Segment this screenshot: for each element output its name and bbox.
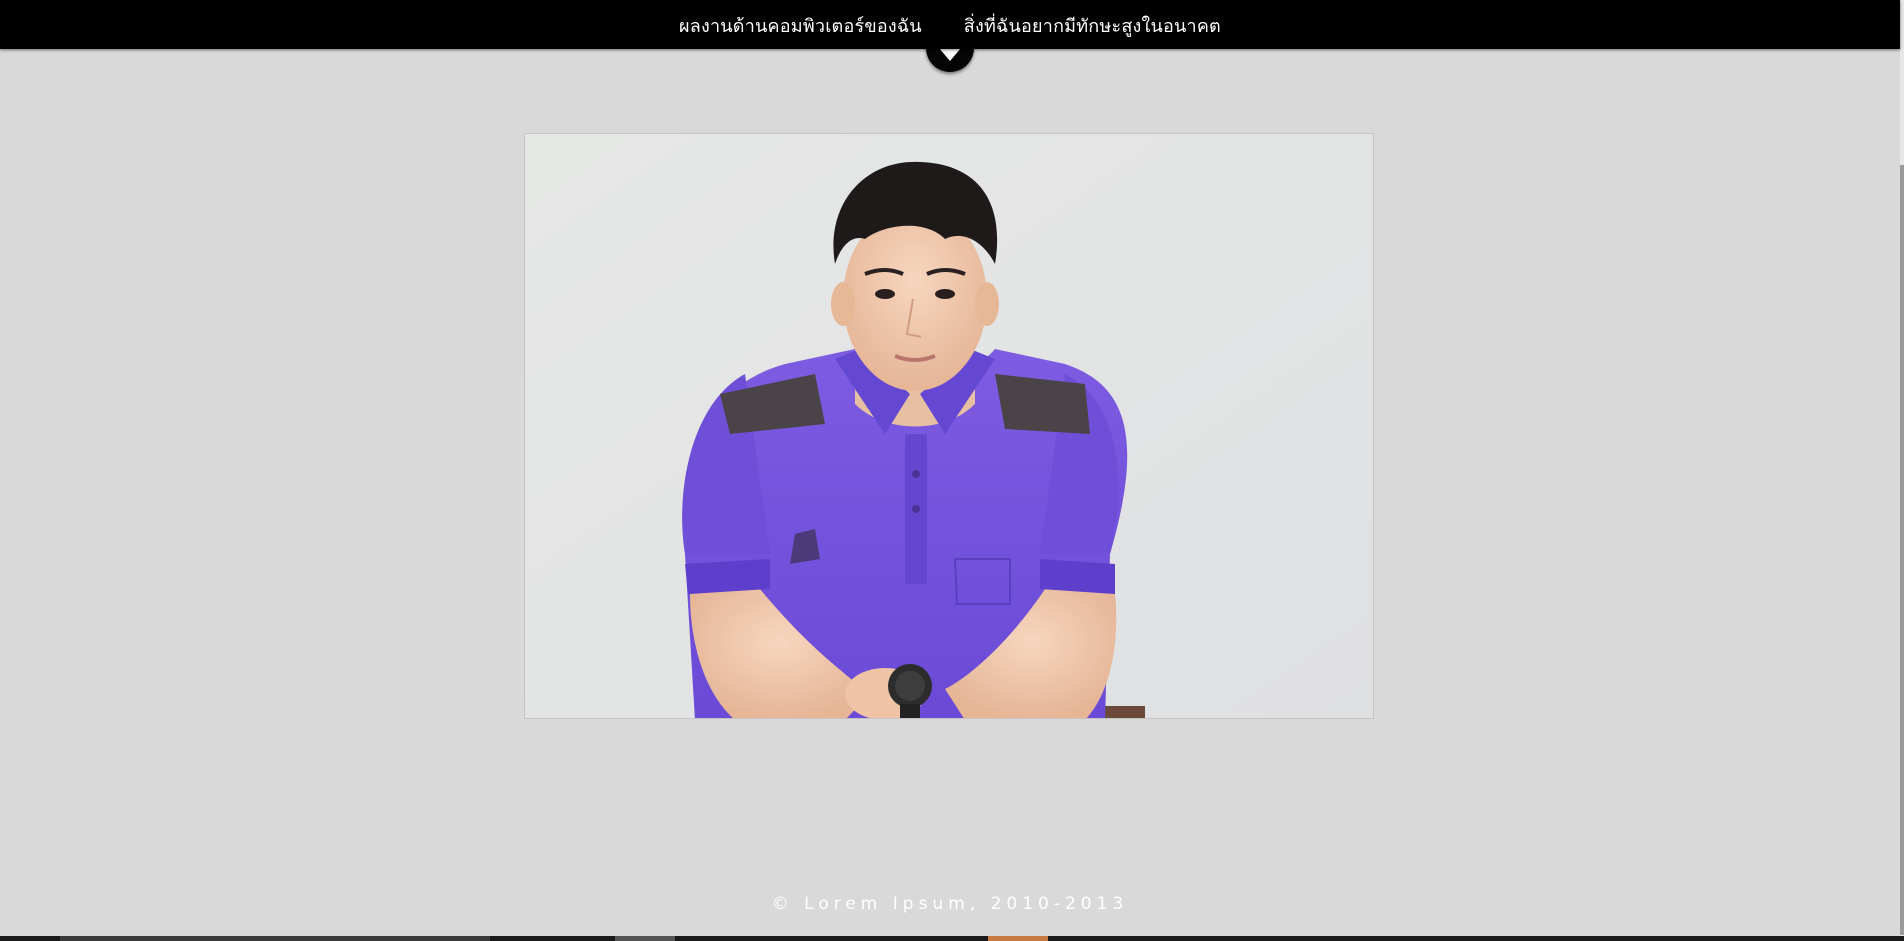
footer-copyright: © Lorem Ipsum, 2010-2013 (771, 894, 1129, 914)
nav-link-future-skills[interactable]: สิ่งที่ฉันอยากมีทักษะสูงในอนาคต (964, 9, 1221, 40)
portrait-image (525, 134, 1373, 718)
taskbar-segment-accent (988, 936, 1048, 941)
nav-link-computer-works[interactable]: ผลงานด้านคอมพิวเตอร์ของฉัน (679, 9, 922, 40)
page: ผลงานด้านคอมพิวเตอร์ของฉัน สิ่งที่ฉันอยา… (0, 0, 1904, 941)
taskbar-segment (60, 936, 490, 941)
top-navigation-bar: ผลงานด้านคอมพิวเตอร์ของฉัน สิ่งที่ฉันอยา… (0, 0, 1900, 49)
chevron-down-icon (939, 48, 961, 61)
taskbar-strip (0, 936, 1904, 941)
taskbar-segment (615, 936, 675, 941)
scrollbar-thumb[interactable] (1900, 165, 1904, 935)
profile-photo (524, 133, 1374, 719)
